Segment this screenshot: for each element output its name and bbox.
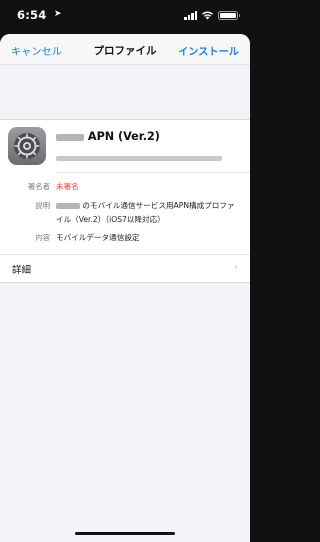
home-indicator xyxy=(75,531,175,535)
status-bar: 6:54 ➤ xyxy=(0,0,250,30)
navigation-bar: キャンセル プロファイル インストール xyxy=(0,34,250,65)
profile-name: APN (Ver.2) xyxy=(56,130,160,143)
redacted-text xyxy=(56,203,80,209)
description-value: のモバイル通信サービス用APN構成プロファイル（Ver.2）（iOS7以降対応） xyxy=(56,201,235,224)
status-indicators xyxy=(184,9,240,21)
install-button[interactable]: インストール xyxy=(178,43,239,58)
signer-label: 署名者 xyxy=(27,182,50,191)
more-details-label: 詳細 xyxy=(12,265,32,276)
profile-install-sheet: キャンセル プロファイル インストール APN (Ver.2) 署名者 未署名 … xyxy=(0,34,250,542)
signer-row: 署名者 未署名 xyxy=(0,180,250,194)
signal-icon xyxy=(184,10,197,20)
description-row: 説明 のモバイル通信サービス用APN構成プロファイル（Ver.2）（iOS7以降… xyxy=(0,199,250,226)
profile-details: 署名者 未署名 説明 のモバイル通信サービス用APN構成プロファイル（Ver.2… xyxy=(0,172,250,254)
battery-icon xyxy=(218,10,240,20)
more-details-row[interactable]: 詳細 › xyxy=(0,254,250,282)
location-arrow-icon: ➤ xyxy=(54,9,62,19)
contents-value: モバイルデータ通信設定 xyxy=(56,233,140,242)
contents-label: 内容 xyxy=(35,233,50,242)
profile-organization-redacted xyxy=(56,148,222,167)
contents-row: 内容 モバイルデータ通信設定 xyxy=(0,231,250,245)
profile-card: APN (Ver.2) 署名者 未署名 説明 のモバイル通信サービス用APN構成… xyxy=(0,119,250,283)
signer-value: 未署名 xyxy=(56,182,79,191)
status-time: 6:54 xyxy=(17,8,47,22)
profile-header: APN (Ver.2) xyxy=(0,120,250,172)
chevron-right-icon: › xyxy=(234,262,238,273)
wifi-icon xyxy=(202,11,213,20)
settings-gear-icon xyxy=(8,127,46,165)
redacted-text xyxy=(56,133,84,141)
profile-name-text: APN (Ver.2) xyxy=(87,130,160,143)
description-label: 説明 xyxy=(35,201,50,210)
